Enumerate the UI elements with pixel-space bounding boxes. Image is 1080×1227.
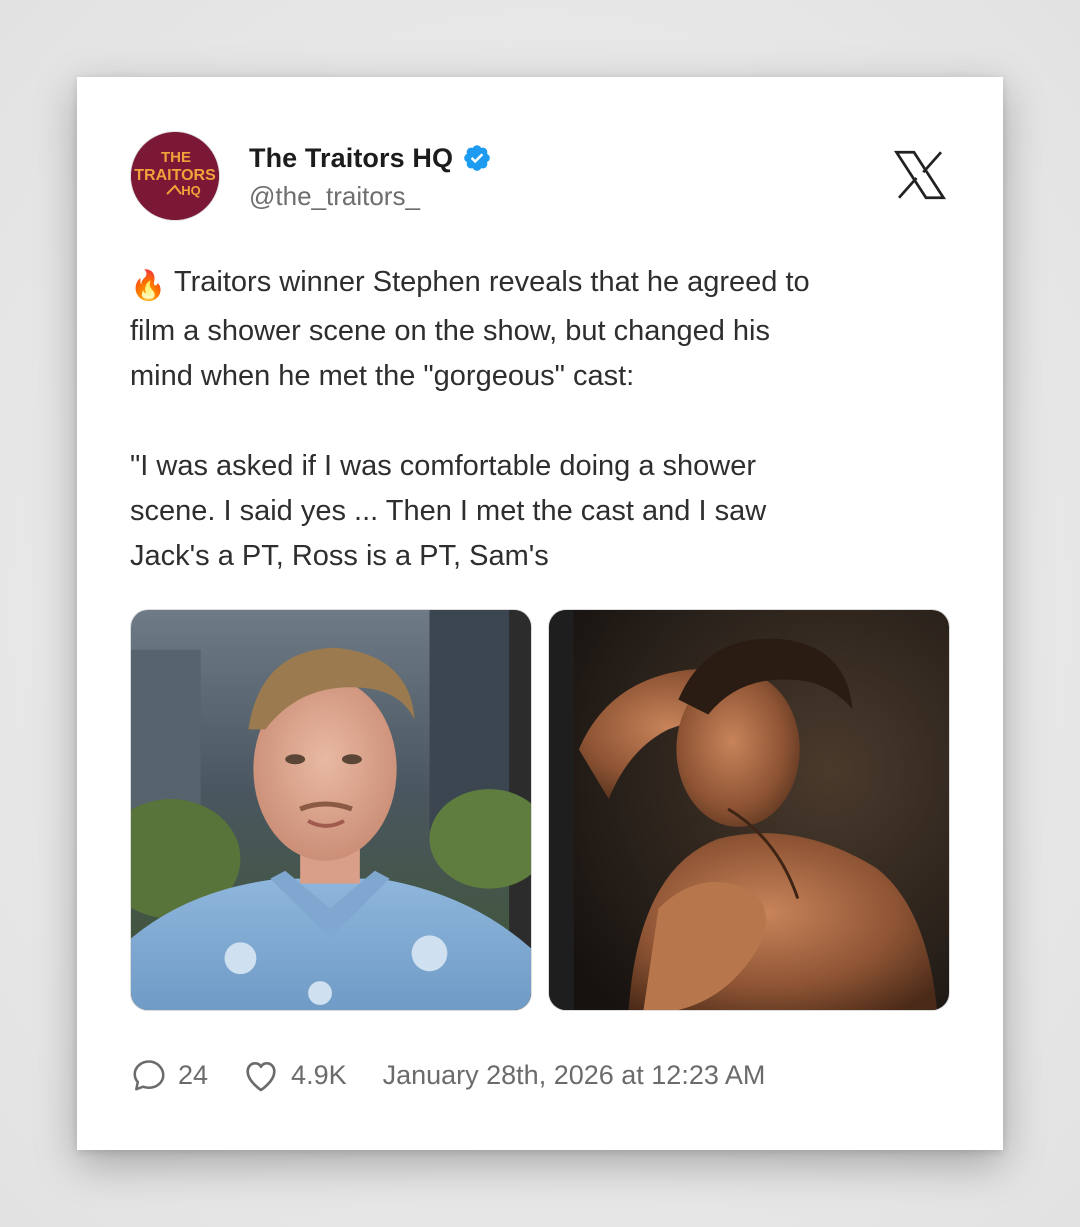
heart-icon (246, 1062, 276, 1092)
media-photo-1[interactable] (130, 609, 532, 1011)
photo-shower-scene-icon (549, 610, 949, 1010)
display-name[interactable]: The Traitors HQ (249, 143, 453, 174)
reply-stat[interactable]: 24 (130, 1056, 208, 1094)
verified-badge-icon (464, 145, 490, 171)
fire-emoji-icon: 🔥 (130, 270, 167, 302)
tweet-timestamp[interactable]: January 28th, 2026 at 12:23 AM (383, 1060, 766, 1091)
tweet-card: THE TRAITORS HQ The Traitors HQ @the_tra… (77, 77, 1003, 1150)
media-grid (130, 609, 950, 1011)
avatar-text-hq: HQ (181, 183, 201, 198)
like-stat[interactable]: 4.9K (241, 1056, 347, 1094)
photo-man-in-blue-shirt-icon (131, 610, 531, 1010)
reply-icon (133, 1060, 165, 1091)
avatar[interactable]: THE TRAITORS HQ (130, 131, 220, 221)
tweet-text: 🔥 Traitors winner Stephen reveals that he… (130, 260, 960, 579)
tweet-footer: 24 4.9K January 28th, 2026 at 12:23 AM (130, 1055, 765, 1095)
avatar-logo: THE TRAITORS HQ (131, 132, 219, 220)
reply-count: 24 (178, 1059, 209, 1090)
name-row: The Traitors HQ (249, 141, 492, 175)
account-handle[interactable]: @the_traitors_ (249, 181, 420, 212)
avatar-text-traitors: TRAITORS (134, 167, 216, 184)
tweet-body: Traitors winner Stephen reveals that he … (130, 266, 810, 572)
media-photo-2[interactable] (548, 609, 950, 1011)
avatar-text-the: THE (161, 149, 191, 166)
x-logo-icon[interactable] (890, 145, 950, 205)
like-count: 4.9K (291, 1059, 347, 1090)
